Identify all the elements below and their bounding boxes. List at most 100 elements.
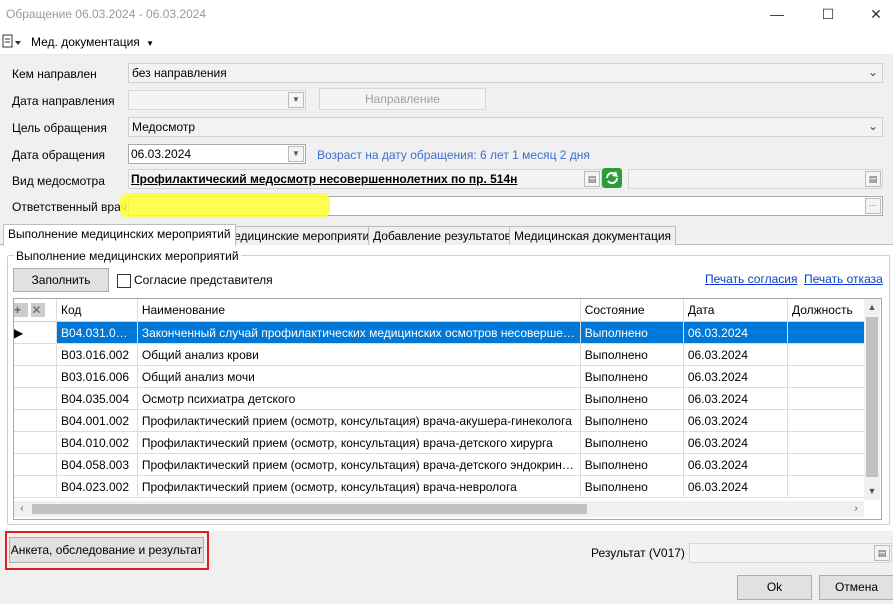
cell-code: B03.016.002 xyxy=(56,343,138,366)
referral-button[interactable]: Направление xyxy=(319,88,486,110)
row-indicator xyxy=(14,343,57,366)
chevron-down-icon: ⌄ xyxy=(867,65,878,79)
scroll-right-icon[interactable]: › xyxy=(848,501,864,517)
cell-code: B04.001.002 xyxy=(56,409,138,432)
cell-name: Профилактический прием (осмотр, консульт… xyxy=(137,409,581,432)
tab-medical-documentation[interactable]: Медицинская документация xyxy=(509,226,677,245)
vertical-scrollbar[interactable]: ▲ ▼ xyxy=(864,299,880,500)
add-row-icon[interactable]: + xyxy=(14,303,28,317)
visit-date-field[interactable]: 06.03.2024 ▼ xyxy=(128,144,306,164)
tab-medical-activities[interactable]: Медицинские мероприятия xyxy=(219,226,381,245)
table-row[interactable]: B04.001.002 Профилактический прием (осмо… xyxy=(14,409,880,432)
referred-by-combo[interactable]: без направления ⌄ xyxy=(128,63,883,83)
calendar-dropdown-icon[interactable]: ▼ xyxy=(288,146,304,162)
delete-row-icon[interactable]: ✕ xyxy=(31,303,46,317)
cell-name: Профилактический прием (осмотр, консульт… xyxy=(137,475,581,498)
column-header-code[interactable]: Код xyxy=(56,299,138,322)
cell-date: 06.03.2024 xyxy=(683,475,788,498)
fill-button[interactable]: Заполнить xyxy=(13,268,109,292)
tab-adding-results[interactable]: Добавление результатов xyxy=(368,226,517,245)
document-icon xyxy=(2,34,21,48)
print-consent-link[interactable]: Печать согласия xyxy=(705,272,797,286)
consent-checkbox-label: Согласие представителя xyxy=(134,273,273,287)
row-indicator xyxy=(14,453,57,476)
cell-state: Выполнено xyxy=(580,475,684,498)
table-row[interactable]: B03.016.002 Общий анализ крови Выполнено… xyxy=(14,343,880,366)
referred-by-label: Кем направлен xyxy=(12,67,97,81)
cell-state: Выполнено xyxy=(580,387,684,410)
row-indicator xyxy=(14,431,57,454)
maximize-button[interactable]: ☐ xyxy=(817,4,839,24)
table-header: + ✕ Код Наименование Состояние Дата Долж… xyxy=(14,299,880,322)
cell-code: B04.058.003 xyxy=(56,453,138,476)
cell-state: Выполнено xyxy=(580,343,684,366)
cell-name: Законченный случай профилактических меди… xyxy=(137,321,581,344)
exam-subtype-field[interactable]: ▤ xyxy=(628,169,883,189)
referred-by-value: без направления xyxy=(132,66,227,80)
cell-state: Выполнено xyxy=(580,453,684,476)
browse-icon[interactable]: ▤ xyxy=(584,171,600,187)
menu-bar: Мед. документация ▼ xyxy=(0,30,893,55)
row-indicator xyxy=(14,365,57,388)
browse-icon[interactable]: ▤ xyxy=(865,171,881,187)
cancel-button[interactable]: Отмена xyxy=(819,575,893,600)
table-row[interactable]: B04.010.002 Профилактический прием (осмо… xyxy=(14,431,880,454)
table-row[interactable]: B04.035.004 Осмотр психиатра детского Вы… xyxy=(14,387,880,410)
exam-type-label: Вид медосмотра xyxy=(12,174,105,188)
purpose-combo[interactable]: Медосмотр ⌄ xyxy=(128,117,883,137)
print-refusal-link[interactable]: Печать отказа xyxy=(804,272,883,286)
tab-performing-activities[interactable]: Выполнение медицинских мероприятий xyxy=(3,224,236,246)
table-row[interactable]: ▶ B04.031.002... Законченный случай проф… xyxy=(14,321,880,344)
window-title: Обращение 06.03.2024 - 06.03.2024 xyxy=(6,7,207,21)
questionnaire-button[interactable]: Анкета, обследование и результат xyxy=(9,537,204,563)
exam-type-field[interactable]: Профилактический медосмотр несовершеннол… xyxy=(128,169,602,189)
refresh-icon xyxy=(606,171,618,184)
horizontal-scroll-thumb[interactable] xyxy=(32,504,587,514)
activities-table: + ✕ Код Наименование Состояние Дата Долж… xyxy=(14,299,880,498)
age-text: Возраст на дату обращения: 6 лет 1 месяц… xyxy=(317,148,590,162)
vertical-scroll-thumb[interactable] xyxy=(866,317,878,477)
scroll-up-icon[interactable]: ▲ xyxy=(864,299,880,315)
doctor-label: Ответственный врач xyxy=(12,200,127,214)
cell-state: Выполнено xyxy=(580,365,684,388)
scroll-down-icon[interactable]: ▼ xyxy=(864,483,880,499)
cell-state: Выполнено xyxy=(580,321,684,344)
table-row[interactable]: B04.023.002 Профилактический прием (осмо… xyxy=(14,475,880,498)
result-label: Результат (V017) xyxy=(591,546,685,560)
result-field[interactable]: ▤ xyxy=(689,543,892,563)
visit-date-label: Дата обращения xyxy=(12,148,106,162)
referral-date-field[interactable]: ▼ xyxy=(128,90,306,110)
cell-code: B04.023.002 xyxy=(56,475,138,498)
exam-type-value: Профилактический медосмотр несовершеннол… xyxy=(131,172,518,186)
consent-checkbox[interactable] xyxy=(117,274,131,288)
document-menu-button[interactable] xyxy=(2,34,22,50)
cell-state: Выполнено xyxy=(580,409,684,432)
calendar-dropdown-icon[interactable]: ▼ xyxy=(288,92,304,108)
purpose-label: Цель обращения xyxy=(12,121,107,135)
visit-date-value: 06.03.2024 xyxy=(131,147,192,161)
refresh-button[interactable] xyxy=(602,168,622,188)
ellipsis-button[interactable]: ... xyxy=(865,198,881,214)
purpose-value: Медосмотр xyxy=(132,120,196,134)
table-row[interactable]: B04.058.003 Профилактический прием (осмо… xyxy=(14,453,880,476)
cell-name: Профилактический прием (осмотр, консульт… xyxy=(137,453,581,476)
med-doc-menu[interactable]: Мед. документация ▼ xyxy=(31,35,154,49)
chevron-down-icon: ▼ xyxy=(146,39,155,48)
column-header-date[interactable]: Дата xyxy=(683,299,788,322)
browse-icon[interactable]: ▤ xyxy=(874,545,890,561)
ok-button[interactable]: Ok xyxy=(737,575,812,600)
column-header-name[interactable]: Наименование xyxy=(137,299,581,322)
row-actions-header: + ✕ xyxy=(14,299,57,322)
cell-date: 06.03.2024 xyxy=(683,431,788,454)
cell-date: 06.03.2024 xyxy=(683,387,788,410)
scroll-left-icon[interactable]: ‹ xyxy=(14,501,30,517)
row-indicator xyxy=(14,475,57,498)
minimize-button[interactable]: — xyxy=(766,4,788,24)
cell-date: 06.03.2024 xyxy=(683,343,788,366)
cell-date: 06.03.2024 xyxy=(683,321,788,344)
close-button[interactable]: ✕ xyxy=(865,4,887,24)
horizontal-scrollbar[interactable]: ‹ › xyxy=(14,501,864,517)
table-row[interactable]: B03.016.006 Общий анализ мочи Выполнено … xyxy=(14,365,880,388)
title-bar: Обращение 06.03.2024 - 06.03.2024 — ☐ ✕ xyxy=(0,0,893,30)
column-header-state[interactable]: Состояние xyxy=(580,299,684,322)
